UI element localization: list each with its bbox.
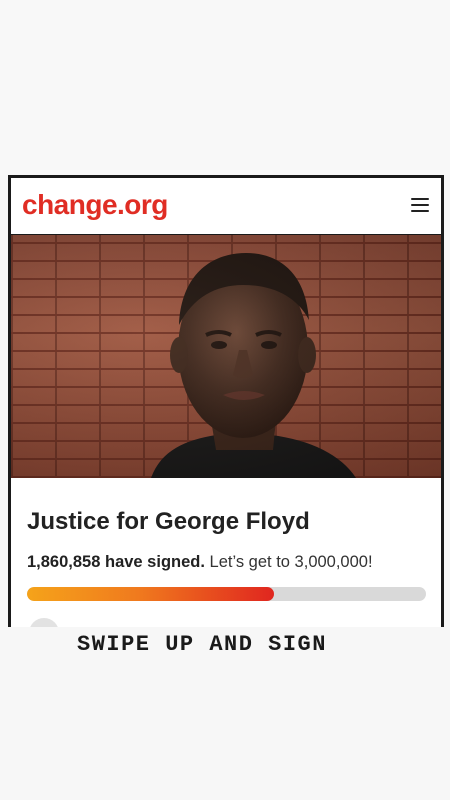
avatar	[29, 618, 59, 627]
signature-progress-bar	[27, 587, 426, 601]
story-background-top	[0, 0, 450, 175]
petition-screenshot: change.org Justice for George Floyd 1,86…	[8, 175, 444, 627]
hamburger-menu-icon[interactable]	[411, 198, 429, 212]
change-org-logo[interactable]: change.org	[22, 189, 168, 221]
petition-photo	[11, 235, 441, 478]
signature-summary: 1,860,858 have signed. Let’s get to 3,00…	[27, 553, 373, 572]
story-caption: SWIPE UP AND SIGN	[77, 632, 327, 657]
site-header: change.org	[11, 178, 441, 234]
signature-goal: Let’s get to 3,000,000!	[209, 553, 373, 571]
signature-progress-fill	[27, 587, 275, 601]
petition-title[interactable]: Justice for George Floyd	[27, 508, 310, 536]
petition-details: Justice for George Floyd 1,860,858 have …	[11, 478, 441, 627]
signature-count: 1,860,858 have signed.	[27, 553, 205, 571]
